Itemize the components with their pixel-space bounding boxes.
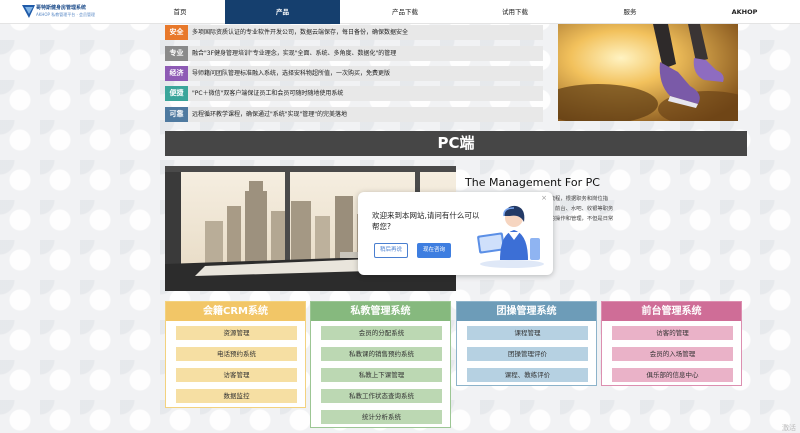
feature-text: 融合"3F健身管理培训"专业理念，实现"全面、系统、多角度、数据化"的管理 — [192, 50, 397, 57]
nav-service[interactable]: 服务 — [605, 0, 655, 24]
system-card-title: 团操管理系统 — [457, 302, 596, 321]
feature-row-reliability: 可靠 远程循环教学课程，确保通过"系统"实现"管理"的完美落地 — [165, 107, 543, 122]
close-icon[interactable]: × — [541, 194, 547, 202]
watermark-text: 激活 — [782, 424, 796, 432]
site-logo[interactable]: 哥特斯健身房管理系统 AKHOP 私教管理平台 · 会员管理 — [22, 3, 142, 21]
feature-row-convenience: 便捷 "PC＋微信"双客户端保证员工和会员可随时随地使用系统 — [165, 86, 543, 101]
system-item[interactable]: 私教上下课管理 — [321, 368, 442, 382]
chat-popup: × 欢迎来到本网站,请问有什么可以帮您? 稍后再说 现在咨询 — [358, 192, 553, 275]
system-item[interactable]: 团操管理评价 — [467, 347, 588, 361]
feature-text: 远程循环教学课程，确保通过"系统"实现"管理"的完美落地 — [192, 111, 348, 118]
system-card-private-coach: 私教管理系统 会员的分配系统 私教课的销售预约系统 私教上下课管理 私教工作状态… — [310, 301, 451, 428]
feature-tag: 专业 — [165, 46, 188, 61]
system-item[interactable]: 访客的管理 — [612, 326, 733, 340]
top-nav: 哥特斯健身房管理系统 AKHOP 私教管理平台 · 会员管理 首页 产品 产品下… — [0, 0, 800, 24]
system-item[interactable]: 课程、教练评价 — [467, 368, 588, 382]
nav-product-download[interactable]: 产品下载 — [370, 0, 440, 24]
nav-home[interactable]: 首页 — [150, 0, 210, 24]
feature-text: "PC＋微信"双客户端保证员工和会员可随时随地使用系统 — [192, 90, 344, 97]
nav-products[interactable]: 产品 — [225, 0, 340, 24]
system-item[interactable]: 统计分析系统 — [321, 410, 442, 424]
system-item[interactable]: 数据监控 — [176, 389, 297, 403]
feature-row-economy: 经济 导师籍问团队管理标准融入系统，选择安科物超所值，一次购买，免费更版 — [165, 66, 543, 81]
system-item[interactable]: 私教课的销售预约系统 — [321, 347, 442, 361]
customer-service-icon — [477, 205, 544, 268]
intro-title: The Management For PC — [465, 176, 600, 189]
feature-tag: 可靠 — [165, 107, 188, 122]
nav-trial-download[interactable]: 试用下载 — [480, 0, 550, 24]
system-item[interactable]: 电话预约系统 — [176, 347, 297, 361]
system-item[interactable]: 会员的入场管理 — [612, 347, 733, 361]
system-card-group-class: 团操管理系统 课程管理 团操管理评价 课程、教练评价 — [456, 301, 597, 386]
feature-text: 多项国际资质认证的专业软件开发公司，数据云端保存，每日备份，确保数据安全 — [192, 29, 409, 36]
chat-message: 欢迎来到本网站,请问有什么可以帮您? — [372, 211, 480, 231]
system-item[interactable]: 访客管理 — [176, 368, 297, 382]
feature-row-professional: 专业 融合"3F健身管理培训"专业理念，实现"全面、系统、多角度、数据化"的管理 — [165, 46, 543, 61]
system-card-front-desk: 前台管理系统 访客的管理 会员的入场管理 俱乐部的信息中心 — [601, 301, 742, 386]
feature-text: 导师籍问团队管理标准融入系统，选择安科物超所值，一次购买，免费更版 — [192, 70, 391, 77]
system-item[interactable]: 俱乐部的信息中心 — [612, 368, 733, 382]
feature-row-security: 安全 多项国际资质认证的专业软件开发公司，数据云端保存，每日备份，确保数据安全 — [165, 25, 543, 40]
logo-subtitle: AKHOP 私教管理平台 · 会员管理 — [36, 12, 96, 17]
nav-akhop[interactable]: AKHOP — [722, 0, 767, 24]
consult-now-button[interactable]: 现在咨询 — [417, 243, 451, 258]
logo-title: 哥特斯健身房管理系统 — [36, 5, 87, 11]
system-card-title: 私教管理系统 — [311, 302, 450, 321]
runner-photo — [558, 24, 738, 121]
feature-tag: 安全 — [165, 25, 188, 40]
system-item[interactable]: 会员的分配系统 — [321, 326, 442, 340]
system-item[interactable]: 课程管理 — [467, 326, 588, 340]
system-card-title: 会籍CRM系统 — [166, 302, 305, 321]
system-card-crm: 会籍CRM系统 资源管理 电话预约系统 访客管理 数据监控 — [165, 301, 306, 408]
feature-tag: 经济 — [165, 66, 188, 81]
later-button[interactable]: 稍后再说 — [374, 243, 408, 258]
pc-section-title: PC端 — [165, 131, 747, 156]
system-item[interactable]: 资源管理 — [176, 326, 297, 340]
logo-mark-icon — [22, 5, 35, 18]
system-card-title: 前台管理系统 — [602, 302, 741, 321]
feature-tag: 便捷 — [165, 86, 188, 101]
system-item[interactable]: 私教工作状态查询系统 — [321, 389, 442, 403]
